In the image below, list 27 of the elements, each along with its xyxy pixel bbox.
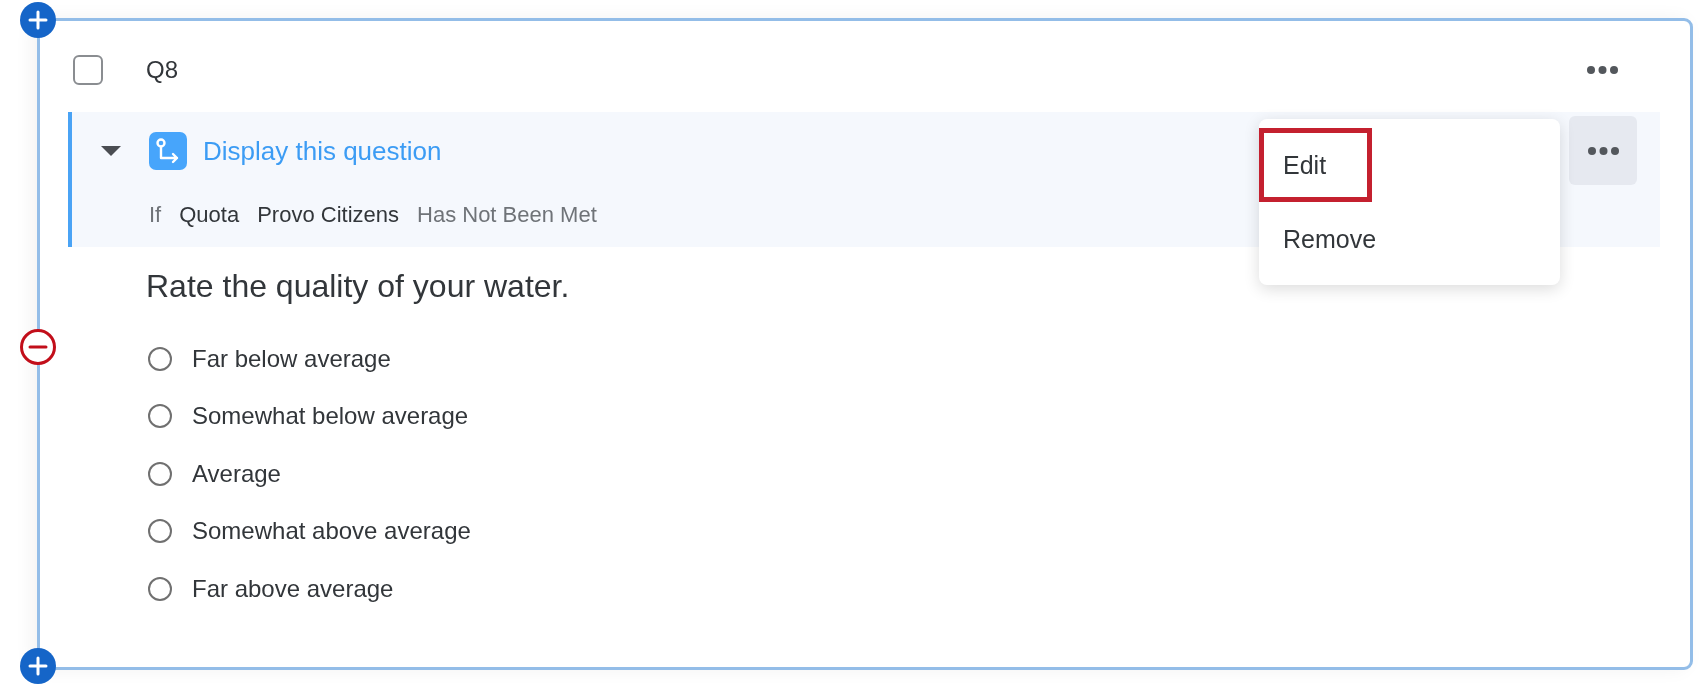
menu-item[interactable]: Edit <box>1259 128 1373 202</box>
choice-label: Somewhat above average <box>192 517 471 546</box>
plus-circle-icon[interactable] <box>20 2 56 38</box>
more-icon <box>1587 66 1618 74</box>
minus-circle-icon[interactable] <box>20 329 56 365</box>
question-number: Q8 <box>146 56 178 84</box>
radio-button[interactable] <box>148 576 172 601</box>
plus-circle-icon[interactable] <box>20 648 56 684</box>
radio-button[interactable] <box>148 404 172 429</box>
choice-label: Far above average <box>192 574 394 603</box>
more-options-button[interactable] <box>1569 116 1637 185</box>
choice-label: Average <box>192 459 281 488</box>
caret-down-icon[interactable] <box>101 146 121 156</box>
question-checkbox[interactable] <box>73 55 103 85</box>
choice-label: Far below average <box>192 344 391 373</box>
question-text: Rate the quality of your water. <box>146 267 570 305</box>
display-logic-title: Display this question <box>203 136 442 166</box>
condition-value: Provo Citizens <box>257 202 399 228</box>
radio-button[interactable] <box>148 519 172 544</box>
choice-label: Somewhat below average <box>192 402 469 431</box>
radio-button[interactable] <box>148 461 172 486</box>
menu-item[interactable]: Remove <box>1259 202 1423 276</box>
more-icon <box>1587 146 1619 155</box>
condition-keyword: If <box>149 202 162 228</box>
condition-operator: Has Not Been Met <box>417 202 597 228</box>
radio-button[interactable] <box>148 346 172 371</box>
condition-value: Quota <box>179 202 240 228</box>
